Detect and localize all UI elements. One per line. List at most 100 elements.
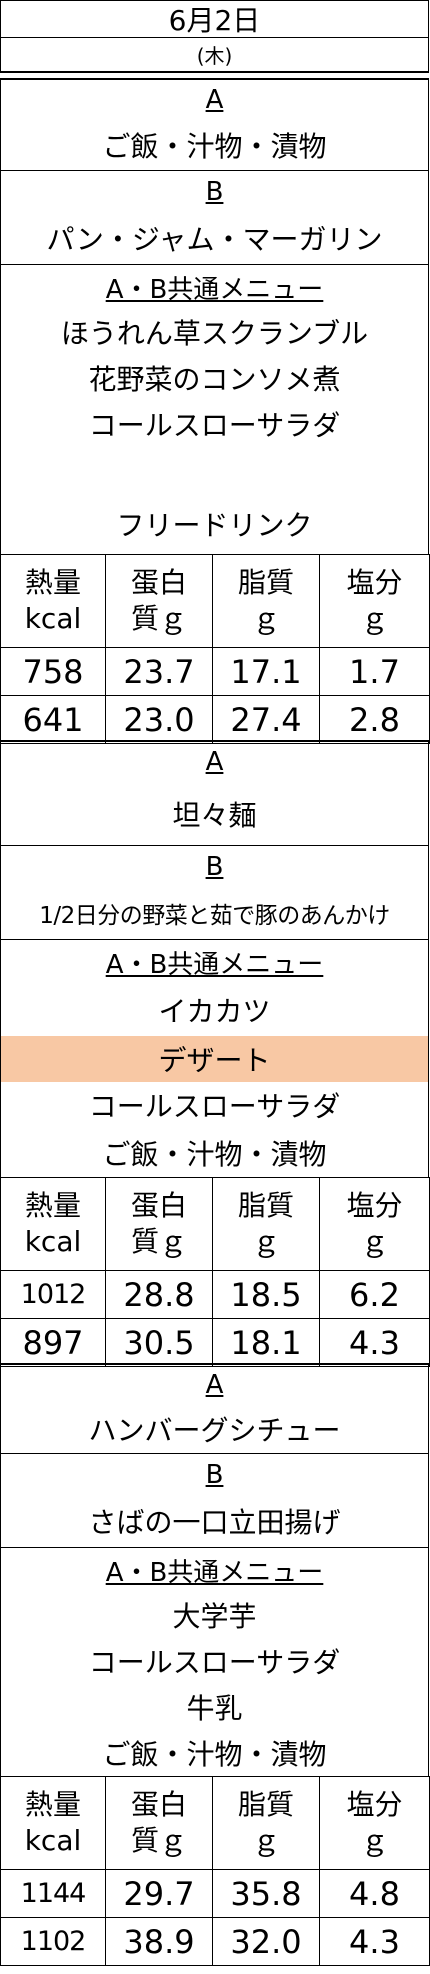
- salt-value: 4.3: [319, 1318, 430, 1367]
- meal1-common-spacer: [0, 447, 429, 493]
- fat-value: 17.1: [212, 647, 320, 696]
- meal1-b-menu: パン・ジャム・マーガリン: [0, 212, 429, 264]
- fat-value: 18.5: [212, 1270, 320, 1319]
- meal2-common-item-highlighted: デザート: [0, 1036, 429, 1082]
- meal1-nutrition-table: 熱量 kcal 蛋白 質ｇ 脂質 ｇ 塩分 ｇ 758 23.7 17.1 1.7 64…: [0, 554, 430, 744]
- salt-header-label: 塩分: [346, 566, 403, 599]
- table-row: 1102 38.9 32.0 4.3: [0, 1917, 430, 1966]
- protein-header-label: 蛋白: [130, 1189, 187, 1222]
- table-row: 1144 29.7 35.8 4.8: [0, 1869, 430, 1918]
- fat-value: 18.1: [212, 1318, 320, 1367]
- energy-header-unit: kcal: [24, 602, 82, 635]
- meal1-common-label: A・B共通メニュー: [0, 264, 429, 309]
- meal3-b-menu: さばの一口立田揚げ: [0, 1495, 429, 1547]
- salt-header-unit: ｇ: [360, 1824, 389, 1857]
- meal2-common-item: ご飯・汁物・漬物: [0, 1128, 429, 1177]
- meal3-b-label: B: [0, 1453, 429, 1495]
- protein-header: 蛋白 質ｇ: [105, 1177, 213, 1271]
- protein-value: 38.9: [105, 1917, 213, 1966]
- salt-header-label: 塩分: [346, 1788, 403, 1821]
- salt-value: 4.8: [319, 1869, 430, 1918]
- protein-header-unit: 質ｇ: [130, 1225, 187, 1258]
- meal1-common-item: フリードリンク: [0, 493, 429, 554]
- protein-header-unit: 質ｇ: [130, 602, 187, 635]
- protein-header-label: 蛋白: [130, 1788, 187, 1821]
- meal1-a-menu: ご飯・汁物・漬物: [0, 120, 429, 170]
- salt-header-label: 塩分: [346, 1189, 403, 1222]
- protein-header-label: 蛋白: [130, 566, 187, 599]
- fat-header: 脂質 ｇ: [212, 1776, 320, 1870]
- meal3-common-item: ご飯・汁物・漬物: [0, 1730, 429, 1776]
- salt-value: 4.3: [319, 1917, 430, 1966]
- meal2-common-item: コールスローサラダ: [0, 1082, 429, 1128]
- meal1-common-item: 花野菜のコンソメ煮: [0, 355, 429, 401]
- meal3-common-item: 牛乳: [0, 1684, 429, 1730]
- table-row: 1012 28.8 18.5 6.2: [0, 1270, 430, 1319]
- meal2-a-label: A: [0, 740, 429, 782]
- salt-header: 塩分 ｇ: [319, 1776, 430, 1870]
- meal1-common-item: ほうれん草スクランブル: [0, 309, 429, 355]
- energy-value: 1144: [0, 1869, 106, 1918]
- fat-header: 脂質 ｇ: [212, 1177, 320, 1271]
- menu-sheet: 6月2日 (木) A ご飯・汁物・漬物 B パン・ジャム・マーガリン A・B共通…: [0, 0, 430, 1974]
- fat-header-label: 脂質: [237, 1788, 294, 1821]
- table-row: 758 23.7 17.1 1.7: [0, 647, 430, 696]
- salt-header-unit: ｇ: [360, 1225, 389, 1258]
- fat-value: 27.4: [212, 695, 320, 744]
- protein-value: 23.7: [105, 647, 213, 696]
- energy-value: 641: [0, 695, 106, 744]
- fat-header-unit: ｇ: [251, 1225, 280, 1258]
- energy-header-label: 熱量: [24, 1788, 81, 1821]
- fat-header-unit: ｇ: [251, 1824, 280, 1857]
- table-row: 641 23.0 27.4 2.8: [0, 695, 430, 744]
- salt-value: 2.8: [319, 695, 430, 744]
- salt-value: 6.2: [319, 1270, 430, 1319]
- energy-value: 758: [0, 647, 106, 696]
- fat-header-unit: ｇ: [251, 602, 280, 635]
- meal2-common-label: A・B共通メニュー: [0, 939, 429, 984]
- meal2-common-item: イカカツ: [0, 984, 429, 1036]
- fat-value: 32.0: [212, 1917, 320, 1966]
- energy-header-label: 熱量: [24, 566, 81, 599]
- energy-header: 熱量 kcal: [0, 554, 106, 648]
- salt-header-unit: ｇ: [360, 602, 389, 635]
- fat-header-label: 脂質: [237, 1189, 294, 1222]
- energy-header-label: 熱量: [24, 1189, 81, 1222]
- energy-header: 熱量 kcal: [0, 1776, 106, 1870]
- protein-header: 蛋白 質ｇ: [105, 554, 213, 648]
- salt-header: 塩分 ｇ: [319, 554, 430, 648]
- weekday-cell: (木): [0, 37, 429, 73]
- meal1-a-label: A: [0, 78, 429, 120]
- meal3-a-label: A: [0, 1363, 429, 1405]
- energy-value: 1102: [0, 1917, 106, 1966]
- fat-header: 脂質 ｇ: [212, 554, 320, 648]
- energy-header-unit: kcal: [24, 1225, 82, 1258]
- meal3-nutrition-table: 熱量 kcal 蛋白 質ｇ 脂質 ｇ 塩分 ｇ 1144 29.7 35.8 4.8 1…: [0, 1776, 430, 1966]
- energy-header: 熱量 kcal: [0, 1177, 106, 1271]
- meal2-a-menu: 坦々麺: [0, 782, 429, 845]
- salt-header: 塩分 ｇ: [319, 1177, 430, 1271]
- meal2-b-menu: 1/2日分の野菜と茹で豚のあんかけ: [0, 887, 429, 939]
- energy-value: 897: [0, 1318, 106, 1367]
- protein-header: 蛋白 質ｇ: [105, 1776, 213, 1870]
- meal3-a-menu: ハンバーグシチュー: [0, 1405, 429, 1453]
- fat-value: 35.8: [212, 1869, 320, 1918]
- meal1-common-item: コールスローサラダ: [0, 401, 429, 447]
- meal3-common-label: A・B共通メニュー: [0, 1547, 429, 1592]
- protein-value: 28.8: [105, 1270, 213, 1319]
- meal1-b-label: B: [0, 170, 429, 212]
- meal2-nutrition-table: 熱量 kcal 蛋白 質ｇ 脂質 ｇ 塩分 ｇ 1012 28.8 18.5 6.2 8…: [0, 1177, 430, 1367]
- table-row: 897 30.5 18.1 4.3: [0, 1318, 430, 1367]
- fat-header-label: 脂質: [237, 566, 294, 599]
- date-cell: 6月2日: [0, 0, 429, 37]
- meal2-b-label: B: [0, 845, 429, 887]
- meal3-common-item: コールスローサラダ: [0, 1638, 429, 1684]
- protein-value: 29.7: [105, 1869, 213, 1918]
- protein-value: 30.5: [105, 1318, 213, 1367]
- meal3-common-item: 大学芋: [0, 1592, 429, 1638]
- energy-value: 1012: [0, 1270, 106, 1319]
- protein-value: 23.0: [105, 695, 213, 744]
- salt-value: 1.7: [319, 647, 430, 696]
- energy-header-unit: kcal: [24, 1824, 82, 1857]
- protein-header-unit: 質ｇ: [130, 1824, 187, 1857]
